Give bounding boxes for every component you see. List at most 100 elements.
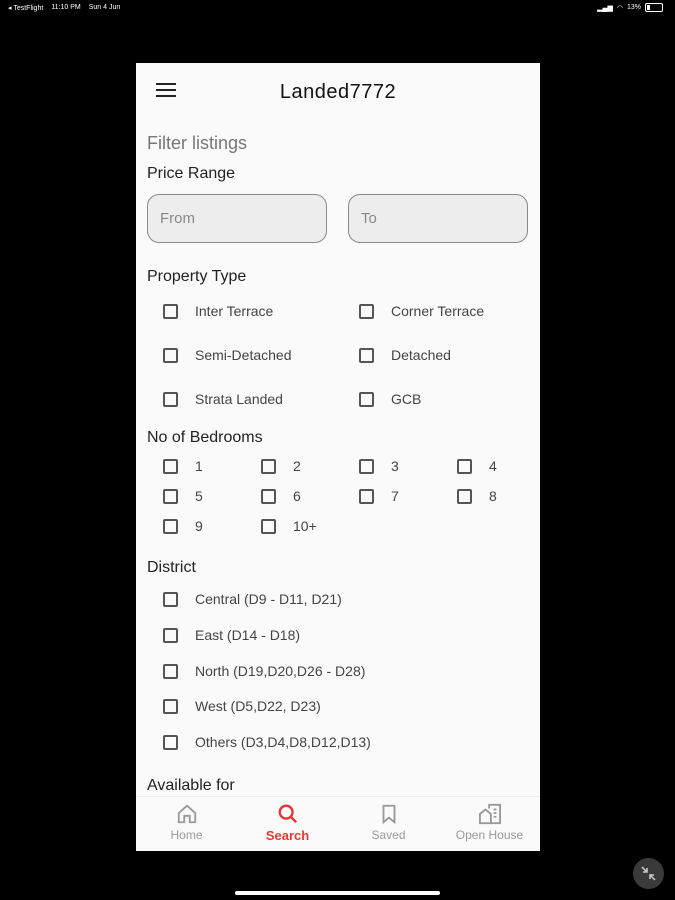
open-house-icon bbox=[478, 803, 501, 825]
nav-saved[interactable]: Saved bbox=[338, 803, 439, 842]
signal-icon: ▂▄▆ bbox=[597, 4, 613, 12]
battery-percent: 13% bbox=[626, 4, 641, 11]
price-from-field[interactable] bbox=[147, 194, 327, 243]
checkbox-box[interactable] bbox=[359, 488, 374, 504]
checkbox-strata-landed[interactable]: Strata Landed bbox=[163, 391, 283, 407]
status-time: 11:10 PM bbox=[51, 4, 81, 11]
checkbox-label: 7 bbox=[391, 488, 399, 504]
status-bar: ◂ TestFlight 11:10 PM Sun 4 Jun ▂▄▆ ◠ 13… bbox=[0, 0, 675, 16]
checkbox-box[interactable] bbox=[359, 391, 374, 407]
checkbox-label: 8 bbox=[489, 488, 497, 504]
app-title: Landed7772 bbox=[279, 81, 397, 103]
checkbox-label: Inter Terrace bbox=[195, 303, 274, 319]
checkbox-label: 6 bbox=[293, 488, 301, 504]
search-icon bbox=[278, 804, 297, 824]
checkbox-box[interactable] bbox=[163, 663, 178, 679]
checkbox-label: Strata Landed bbox=[195, 391, 283, 407]
checkbox-label: North (D19,D20,D26 - D28) bbox=[195, 663, 366, 679]
checkbox-box[interactable] bbox=[359, 347, 374, 363]
home-icon bbox=[177, 804, 196, 824]
district-title: District bbox=[147, 559, 196, 576]
available-for-title: Available for bbox=[147, 777, 235, 794]
checkbox-box[interactable] bbox=[359, 458, 374, 474]
checkbox-label: 9 bbox=[195, 518, 203, 534]
bookmark-icon bbox=[382, 804, 395, 825]
checkbox-label: Central (D9 - D11, D21) bbox=[195, 591, 342, 607]
checkbox-box[interactable] bbox=[261, 488, 276, 504]
checkbox-bedroom-8[interactable]: 8 bbox=[457, 488, 497, 504]
checkbox-box[interactable] bbox=[457, 488, 472, 504]
checkbox-label: Semi-Detached bbox=[195, 347, 292, 363]
checkbox-label: 10+ bbox=[293, 518, 317, 534]
checkbox-bedroom-1[interactable]: 1 bbox=[163, 458, 203, 474]
checkbox-label: GCB bbox=[391, 391, 422, 407]
nav-open-house[interactable]: Open House bbox=[439, 803, 540, 842]
battery-icon bbox=[645, 3, 663, 12]
checkbox-district-north[interactable]: North (D19,D20,D26 - D28) bbox=[163, 663, 365, 679]
nav-open-house-label: Open House bbox=[455, 828, 524, 842]
checkbox-box[interactable] bbox=[457, 458, 472, 474]
checkbox-box[interactable] bbox=[261, 458, 276, 474]
bedrooms-title: No of Bedrooms bbox=[147, 429, 263, 446]
nav-home[interactable]: Home bbox=[136, 803, 237, 842]
checkbox-inter-terrace[interactable]: Inter Terrace bbox=[163, 303, 273, 319]
checkbox-box[interactable] bbox=[163, 518, 178, 534]
price-to-field[interactable] bbox=[348, 194, 528, 243]
checkbox-semi-detached[interactable]: Semi-Detached bbox=[163, 347, 292, 363]
checkbox-district-others[interactable]: Others (D3,D4,D8,D12,D13) bbox=[163, 734, 371, 750]
checkbox-corner-terrace[interactable]: Corner Terrace bbox=[359, 303, 484, 319]
checkbox-bedroom-10-plus[interactable]: 10+ bbox=[261, 518, 317, 534]
checkbox-box[interactable] bbox=[163, 488, 178, 504]
wifi-icon: ◠ bbox=[616, 4, 623, 12]
checkbox-bedroom-4[interactable]: 4 bbox=[457, 458, 497, 474]
nav-saved-label: Saved bbox=[371, 828, 406, 842]
checkbox-label: West (D5,D22, D23) bbox=[195, 698, 321, 714]
checkbox-label: 4 bbox=[489, 458, 497, 474]
price-range-title: Price Range bbox=[147, 165, 236, 182]
nav-search-label: Search bbox=[265, 828, 310, 843]
price-from-input[interactable] bbox=[148, 195, 326, 242]
checkbox-box[interactable] bbox=[163, 591, 178, 607]
property-type-title: Property Type bbox=[147, 268, 247, 285]
collapse-icon[interactable] bbox=[633, 858, 664, 889]
checkbox-box[interactable] bbox=[163, 303, 178, 319]
bottom-nav: Home Search Saved Open House bbox=[136, 796, 540, 851]
checkbox-bedroom-7[interactable]: 7 bbox=[359, 488, 399, 504]
checkbox-box[interactable] bbox=[163, 734, 178, 750]
checkbox-box[interactable] bbox=[163, 458, 178, 474]
checkbox-label: East (D14 - D18) bbox=[195, 627, 301, 643]
checkbox-bedroom-6[interactable]: 6 bbox=[261, 488, 301, 504]
checkbox-box[interactable] bbox=[359, 303, 374, 319]
app-bar: Landed7772 bbox=[136, 63, 540, 121]
filter-heading: Filter listings bbox=[147, 133, 248, 153]
checkbox-box[interactable] bbox=[163, 627, 178, 643]
checkbox-district-east[interactable]: East (D14 - D18) bbox=[163, 627, 300, 643]
checkbox-box[interactable] bbox=[163, 698, 178, 714]
checkbox-district-west[interactable]: West (D5,D22, D23) bbox=[163, 698, 321, 714]
status-carrier[interactable]: ◂ TestFlight bbox=[8, 4, 43, 12]
checkbox-bedroom-3[interactable]: 3 bbox=[359, 458, 399, 474]
checkbox-district-central[interactable]: Central (D9 - D11, D21) bbox=[163, 591, 342, 607]
checkbox-label: Detached bbox=[391, 347, 451, 363]
checkbox-box[interactable] bbox=[163, 391, 178, 407]
home-indicator[interactable] bbox=[235, 891, 440, 895]
checkbox-label: Others (D3,D4,D8,D12,D13) bbox=[195, 734, 371, 750]
status-date: Sun 4 Jun bbox=[88, 4, 121, 11]
checkbox-box[interactable] bbox=[163, 347, 178, 363]
checkbox-bedroom-2[interactable]: 2 bbox=[261, 458, 301, 474]
checkbox-box[interactable] bbox=[261, 518, 276, 534]
checkbox-gcb[interactable]: GCB bbox=[359, 391, 421, 407]
checkbox-detached[interactable]: Detached bbox=[359, 347, 451, 363]
filter-panel[interactable]: Filter listings Price Range Property Typ… bbox=[136, 121, 540, 797]
checkbox-label: 1 bbox=[195, 458, 203, 474]
price-to-input[interactable] bbox=[349, 195, 527, 242]
checkbox-label: 2 bbox=[293, 458, 301, 474]
nav-search[interactable]: Search bbox=[237, 803, 338, 843]
checkbox-label: Corner Terrace bbox=[391, 303, 485, 319]
checkbox-label: 3 bbox=[391, 458, 399, 474]
checkbox-bedroom-5[interactable]: 5 bbox=[163, 488, 203, 504]
nav-home-label: Home bbox=[170, 828, 203, 842]
app-screen: Landed7772 Filter listings Price Range P… bbox=[136, 63, 540, 851]
checkbox-bedroom-9[interactable]: 9 bbox=[163, 518, 203, 534]
checkbox-label: 5 bbox=[195, 488, 203, 504]
